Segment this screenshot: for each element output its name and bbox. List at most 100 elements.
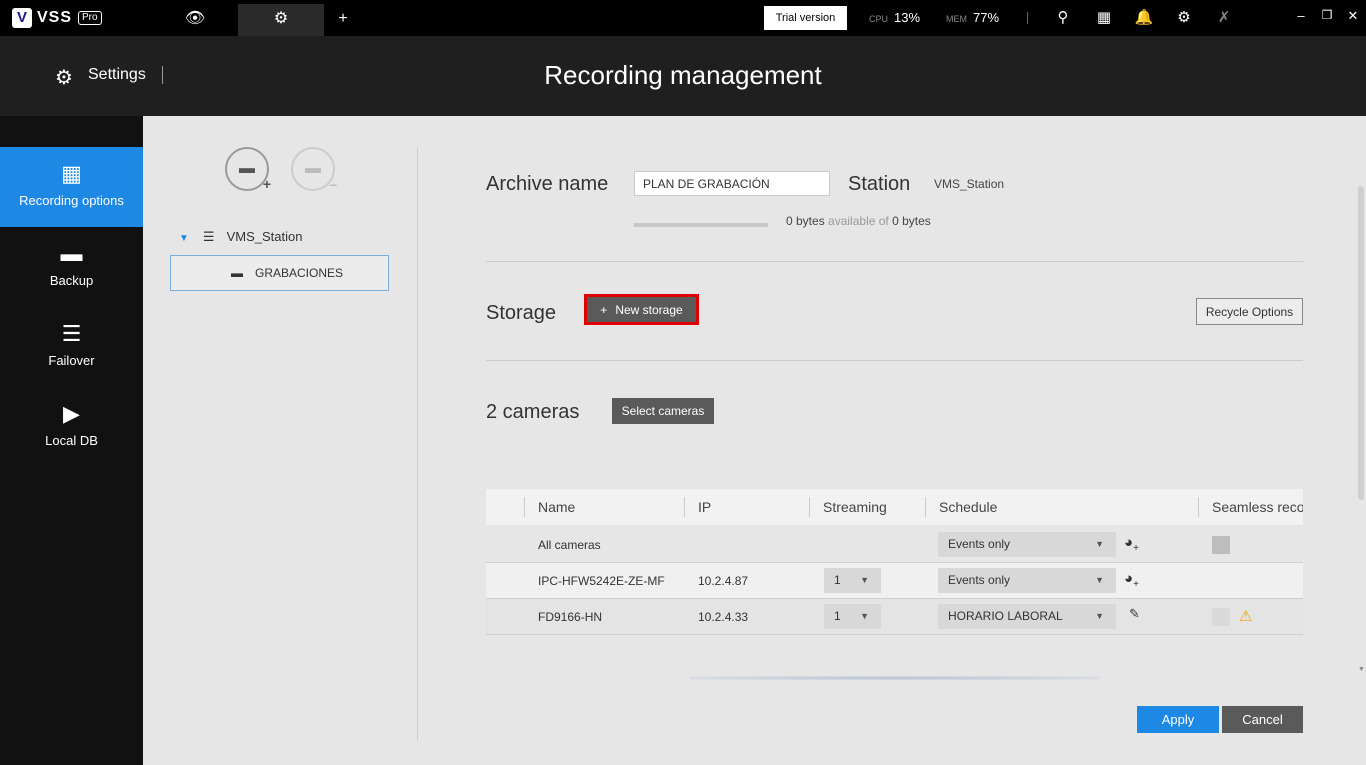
add-tab-button[interactable]: + — [300, 4, 386, 36]
pencil-icon[interactable]: ✎ — [1129, 606, 1140, 622]
nav-item-backup[interactable]: ▬ Backup — [0, 227, 143, 307]
topbar-divider — [1027, 12, 1028, 24]
schedule-value: Events only — [948, 537, 1011, 551]
column-divider — [809, 497, 810, 517]
nav-label: Failover — [48, 353, 95, 368]
storage-label: Storage — [486, 302, 557, 324]
panel-divider — [417, 148, 418, 740]
grid-icon[interactable]: ▦ — [1093, 8, 1115, 26]
select-cameras-button[interactable]: Select cameras — [612, 398, 714, 424]
gear-icon: ⚙ — [273, 10, 289, 27]
video-folder-icon: ▶ — [63, 401, 80, 426]
new-storage-label: New storage — [615, 302, 683, 317]
capacity-mid: available of — [828, 214, 889, 228]
page-title: Recording management — [544, 60, 822, 90]
tree-node-station[interactable]: ▼ ☰ VMS_Station — [179, 229, 302, 245]
schedule-select[interactable]: HORARIO LABORAL ▼ — [938, 604, 1116, 629]
drive-icon: ▬ — [239, 160, 255, 177]
trial-version-badge: Trial version — [764, 6, 847, 30]
add-schedule-icon[interactable]: ◕+ — [1124, 534, 1139, 554]
seamless-checkbox[interactable] — [1212, 536, 1230, 554]
archive-name-input[interactable] — [634, 171, 830, 196]
chevron-down-icon: ▼ — [1095, 575, 1104, 585]
camera-table-header: Name IP Streaming Schedule Seamless reco — [486, 489, 1303, 525]
left-nav: ▦ Recording options ▬ Backup ☰ Failover … — [0, 116, 143, 765]
mem-label: MEM — [946, 14, 967, 24]
minus-icon: – — [329, 176, 337, 192]
new-storage-button[interactable]: + New storage — [587, 297, 696, 322]
nav-item-failover[interactable]: ☰ Failover — [0, 307, 143, 387]
minimize-icon[interactable]: – — [1290, 8, 1312, 23]
nav-label: Local DB — [45, 433, 98, 448]
capacity-bar — [634, 223, 768, 227]
chevron-down-icon: ▼ — [1095, 539, 1104, 549]
settings-gear-icon[interactable]: ⚙ — [1173, 8, 1195, 26]
column-divider — [684, 497, 685, 517]
table-row: IPC-HFW5242E-ZE-MF 10.2.4.87 1 ▼ Events o… — [486, 563, 1303, 599]
remove-archive-button[interactable]: ▬ – — [291, 147, 337, 192]
backup-drive-icon: ▬ — [60, 241, 83, 266]
column-divider — [524, 497, 525, 517]
restore-icon[interactable]: ❐ — [1316, 8, 1338, 22]
capacity-total: 0 bytes — [892, 214, 931, 228]
row-name: All cameras — [538, 538, 601, 552]
pin-icon[interactable]: ✗ — [1213, 8, 1235, 26]
logo-pro-badge: Pro — [78, 11, 102, 25]
streaming-select[interactable]: 1 ▼ — [824, 568, 881, 593]
archive-name-label: Archive name — [486, 173, 609, 195]
row-ip: 10.2.4.87 — [698, 574, 749, 588]
streaming-value: 1 — [834, 609, 841, 623]
page-header: ⚙ Settings Recording management — [0, 36, 1366, 116]
server-icon: ☰ — [202, 229, 215, 244]
drive-icon: ▬ — [305, 160, 321, 177]
chevron-down-icon: ▼ — [860, 611, 869, 621]
server-stack-icon: ☰ — [61, 321, 82, 346]
capacity-available: 0 bytes — [786, 214, 825, 228]
tree-node-archive[interactable]: ▬ GRABACIONES — [170, 255, 389, 291]
schedule-value: HORARIO LABORAL — [948, 609, 1063, 623]
cameras-count-label: 2 cameras — [486, 401, 580, 423]
schedule-value: Events only — [948, 573, 1011, 587]
seamless-checkbox[interactable] — [1212, 608, 1230, 626]
cpu-stat: CPU 13% — [869, 10, 920, 25]
schedule-select[interactable]: Events only ▼ — [938, 568, 1116, 593]
nav-label: Recording options — [19, 193, 124, 208]
schedule-select[interactable]: Events only ▼ — [938, 532, 1116, 557]
mem-value: 77% — [973, 10, 1000, 25]
chevron-down-icon: ▼ — [860, 575, 869, 585]
streaming-select[interactable]: 1 ▼ — [824, 604, 881, 629]
plus-icon: + — [262, 176, 271, 192]
vertical-scrollbar[interactable] — [1358, 186, 1364, 500]
cancel-button[interactable]: Cancel — [1222, 706, 1303, 733]
row-ip: 10.2.4.33 — [698, 610, 749, 624]
apply-button[interactable]: Apply — [1137, 706, 1219, 733]
expand-arrow-icon[interactable]: ▼ — [179, 233, 189, 244]
nav-item-recording-options[interactable]: ▦ Recording options — [0, 147, 143, 227]
recycle-options-button[interactable]: Recycle Options — [1196, 298, 1303, 325]
scroll-down-icon[interactable]: ▼ — [1358, 666, 1365, 673]
column-header-seamless[interactable]: Seamless reco — [1212, 499, 1303, 515]
chevron-down-icon: ▼ — [1095, 611, 1104, 621]
table-row: FD9166-HN 10.2.4.33 1 ▼ HORARIO LABORAL ▼ … — [486, 599, 1303, 635]
warning-icon: ⚠ — [1239, 608, 1253, 625]
search-icon[interactable]: ⚲ — [1052, 8, 1074, 26]
app-logo: V VSS Pro — [12, 8, 102, 28]
add-archive-button[interactable]: ▬ + — [225, 147, 271, 192]
bell-icon[interactable]: 🔔 — [1133, 8, 1155, 26]
mem-stat: MEM 77% — [946, 10, 999, 25]
add-schedule-icon[interactable]: ◕+ — [1124, 570, 1139, 590]
drive-icon: ▬ — [231, 266, 243, 280]
column-header-ip[interactable]: IP — [698, 499, 711, 515]
top-bar: V VSS Pro 👁 ⚙ + Trial version CPU 13% MEM… — [0, 0, 1366, 36]
logo-mark: V — [12, 8, 32, 28]
station-label: Station — [848, 173, 911, 195]
close-icon[interactable]: ✕ — [1342, 8, 1364, 24]
eye-icon: 👁 — [184, 10, 206, 27]
column-header-name[interactable]: Name — [538, 499, 575, 515]
calendar-icon: ▦ — [61, 161, 82, 186]
nav-item-local-db[interactable]: ▶ Local DB — [0, 387, 143, 467]
column-header-streaming[interactable]: Streaming — [823, 499, 887, 515]
tab-liveview[interactable]: 👁 — [152, 4, 238, 36]
column-header-schedule[interactable]: Schedule — [939, 499, 997, 515]
station-value: VMS_Station — [934, 177, 1005, 191]
